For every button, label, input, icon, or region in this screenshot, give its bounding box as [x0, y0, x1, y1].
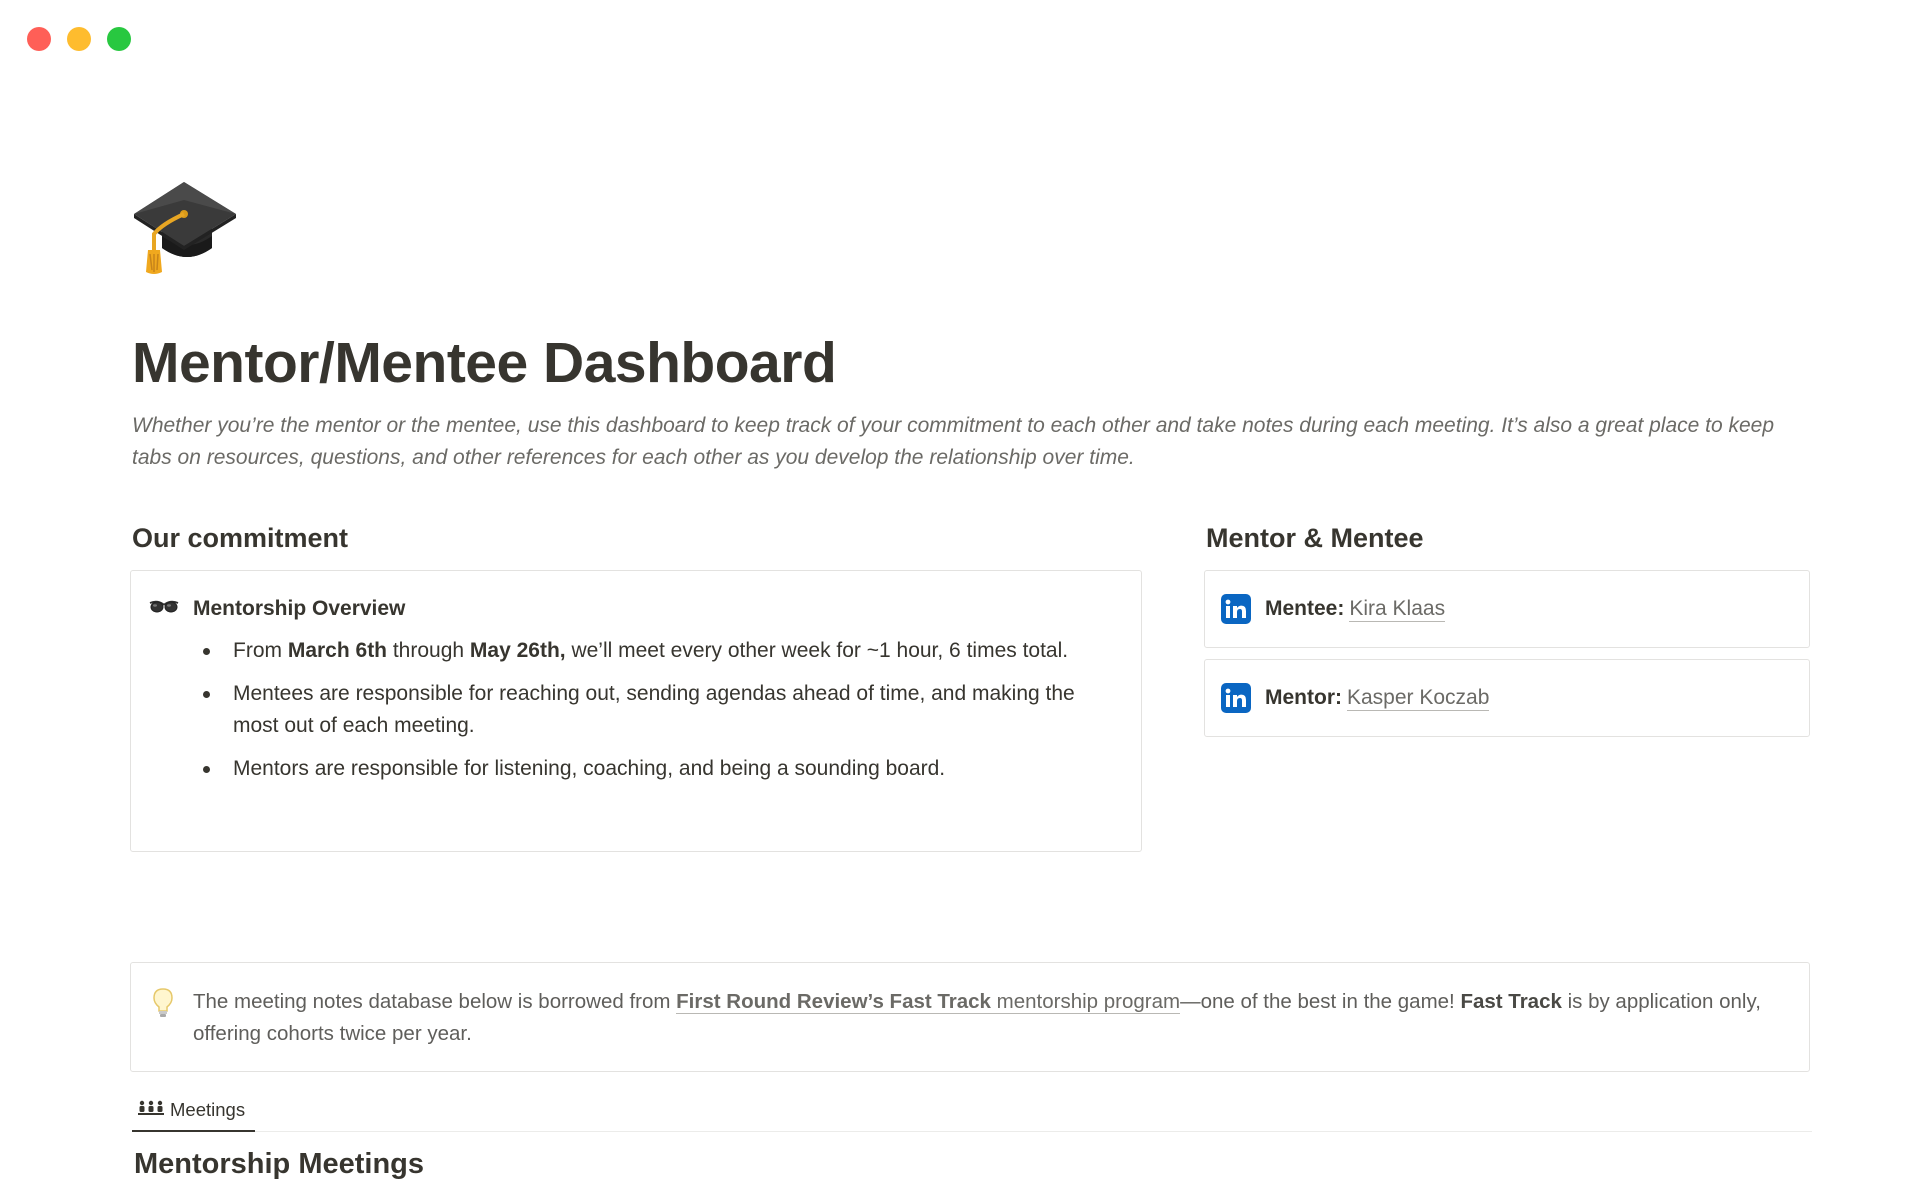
- item-text: From: [233, 639, 288, 662]
- lightbulb-icon: [151, 987, 175, 1019]
- tab-meetings[interactable]: Meetings: [132, 1090, 256, 1132]
- fast-track-link[interactable]: First Round Review’s Fast Track mentorsh…: [676, 990, 1181, 1014]
- commitment-list: From March 6th through May 26th, we’ll m…: [181, 635, 1121, 796]
- item-text: we’ll meet every other week for ~1 hour,…: [565, 639, 1069, 662]
- mentorship-overview-card[interactable]: Mentorship Overview From March 6th throu…: [130, 570, 1142, 852]
- database-title[interactable]: Mentorship Meetings: [134, 1148, 424, 1181]
- database-tabs: Meetings: [132, 1090, 1812, 1132]
- bullet: [203, 766, 210, 773]
- mentor-role-label: Mentor:: [1265, 686, 1342, 709]
- linkedin-icon[interactable]: [1221, 594, 1251, 624]
- close-window-button[interactable]: [27, 27, 51, 51]
- tab-label: Meetings: [170, 1099, 246, 1120]
- mentee-name-link[interactable]: Kira Klaas: [1349, 597, 1446, 622]
- page-title[interactable]: Mentor/Mentee Dashboard: [132, 330, 837, 396]
- item-text: Mentors are responsible for listening, c…: [233, 757, 946, 780]
- mentee-role-label: Mentee:: [1265, 597, 1345, 620]
- bullet: [203, 648, 210, 655]
- app-window: Mentor/Mentee Dashboard Whether you’re t…: [0, 0, 1920, 1200]
- end-date: May 26th,: [469, 639, 566, 662]
- callout-text-segment: —one of the best in the game!: [1180, 990, 1461, 1013]
- maximize-window-button[interactable]: [107, 27, 131, 51]
- commitment-heading[interactable]: Our commitment: [132, 523, 348, 554]
- window-controls: [27, 27, 131, 51]
- list-item[interactable]: Mentors are responsible for listening, c…: [181, 753, 1121, 785]
- mentor-text: Mentor: Kasper Koczab: [1265, 686, 1490, 711]
- minimize-window-button[interactable]: [67, 27, 91, 51]
- info-callout[interactable]: The meeting notes database below is borr…: [130, 962, 1810, 1072]
- start-date: March 6th: [287, 639, 388, 662]
- item-text: Mentees are responsible for reaching out…: [233, 682, 1075, 737]
- linkedin-icon[interactable]: [1221, 683, 1251, 713]
- mentee-text: Mentee: Kira Klaas: [1265, 597, 1446, 622]
- glasses-icon: [149, 597, 179, 621]
- mentorship-overview-header: Mentorship Overview: [149, 597, 405, 621]
- item-text: through: [387, 639, 470, 662]
- callout-text-segment: The meeting notes database below is borr…: [193, 990, 677, 1013]
- list-item[interactable]: Mentees are responsible for reaching out…: [181, 678, 1121, 742]
- mentor-card[interactable]: Mentor: Kasper Koczab: [1204, 659, 1810, 737]
- fast-track-link-bold: First Round Review’s Fast Track: [676, 990, 991, 1013]
- mentor-mentee-heading[interactable]: Mentor & Mentee: [1206, 523, 1424, 554]
- callout-text: The meeting notes database below is borr…: [193, 986, 1773, 1050]
- graduation-cap-icon[interactable]: [132, 170, 242, 280]
- bullet: [203, 691, 210, 698]
- fast-track-link-rest: mentorship program: [990, 990, 1181, 1013]
- people-icon: [138, 1099, 164, 1121]
- list-item[interactable]: From March 6th through May 26th, we’ll m…: [181, 635, 1121, 667]
- mentor-name-link[interactable]: Kasper Koczab: [1347, 686, 1490, 711]
- page-description[interactable]: Whether you’re the mentor or the mentee,…: [132, 410, 1812, 474]
- callout-bold: Fast Track: [1460, 990, 1562, 1013]
- mentee-card[interactable]: Mentee: Kira Klaas: [1204, 570, 1810, 648]
- mentorship-overview-title: Mentorship Overview: [193, 597, 406, 620]
